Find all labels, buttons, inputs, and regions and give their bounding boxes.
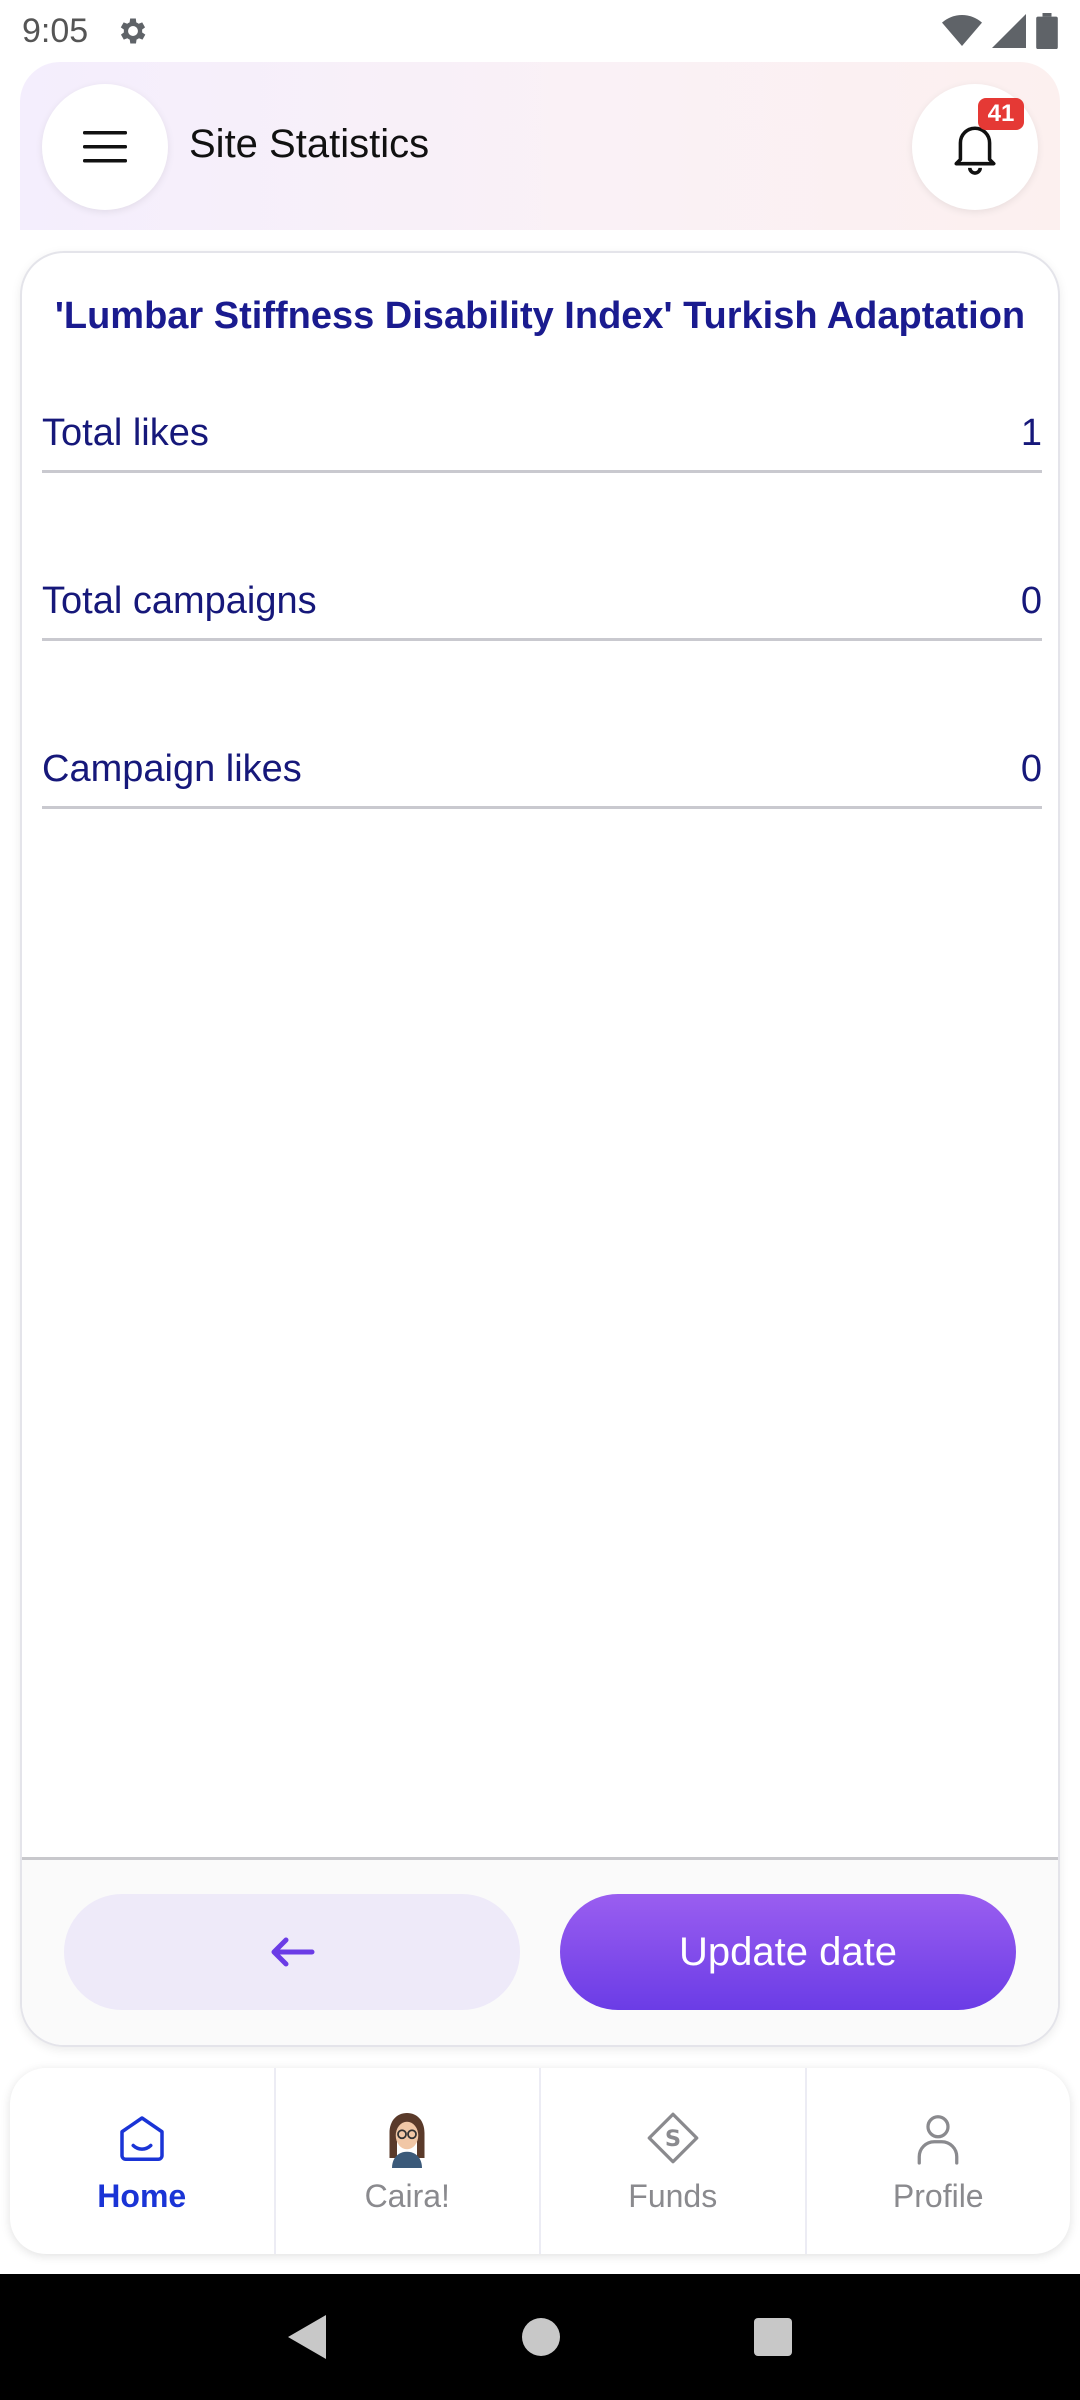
stat-value: 0	[1020, 580, 1042, 622]
card-footer: Update date	[22, 1857, 1058, 2045]
funds-icon: S	[647, 2112, 699, 2163]
stat-value: 1	[1020, 412, 1042, 454]
notification-badge: 41	[978, 98, 1024, 130]
cell-signal-icon	[992, 14, 1026, 48]
stat-value: 0	[1020, 748, 1042, 790]
nav-label: Home	[97, 2177, 187, 2214]
hamburger-menu-icon	[83, 131, 127, 163]
nav-item-profile[interactable]: Profile	[804, 2068, 1071, 2254]
back-triangle-icon[interactable]	[286, 2313, 330, 2361]
status-icons	[942, 13, 1058, 49]
statistics-card: 'Lumbar Stiffness Disability Index' Turk…	[20, 251, 1060, 2047]
stat-row-total-likes: Total likes 1	[42, 397, 1042, 473]
card-title: 'Lumbar Stiffness Disability Index' Turk…	[54, 295, 1026, 337]
stat-row-total-campaigns: Total campaigns 0	[42, 565, 1042, 641]
svg-text:S: S	[665, 2126, 681, 2152]
wifi-icon	[942, 15, 982, 46]
home-icon	[120, 2115, 164, 2161]
home-circle-icon[interactable]	[520, 2316, 562, 2358]
battery-icon	[1036, 13, 1058, 49]
stat-label: Total campaigns	[42, 580, 317, 622]
status-time: 9:05	[22, 11, 89, 50]
system-navigation-bar	[0, 2274, 1080, 2400]
app-header: Site Statistics 41	[20, 62, 1060, 230]
nav-item-caira[interactable]: Caira!	[273, 2068, 540, 2254]
screen: 9:05 Site Statistics 41 'Lumbar Stiffnes…	[0, 0, 1080, 2400]
arrow-left-icon	[271, 1937, 315, 1967]
back-button[interactable]	[64, 1894, 520, 2010]
nav-label: Funds	[628, 2177, 718, 2214]
profile-icon	[917, 2114, 959, 2165]
bottom-navigation: Home Caira! S Funds Profile	[10, 2068, 1070, 2254]
stat-label: Campaign likes	[42, 748, 302, 790]
stat-row-campaign-likes: Campaign likes 0	[42, 733, 1042, 809]
caira-avatar-icon	[389, 2112, 425, 2168]
notifications-button[interactable]: 41	[912, 84, 1038, 210]
nav-label: Profile	[892, 2177, 984, 2214]
page-title: Site Statistics	[189, 122, 430, 166]
status-bar: 9:05	[0, 0, 1080, 62]
nav-label: Caira!	[364, 2177, 450, 2214]
recents-square-icon[interactable]	[752, 2316, 794, 2358]
nav-item-funds[interactable]: S Funds	[539, 2068, 805, 2254]
menu-button[interactable]	[42, 84, 168, 210]
settings-gear-icon	[121, 18, 146, 44]
nav-item-home[interactable]: Home	[10, 2068, 274, 2254]
update-date-button[interactable]: Update date	[560, 1894, 1016, 2010]
stat-label: Total likes	[42, 412, 209, 454]
